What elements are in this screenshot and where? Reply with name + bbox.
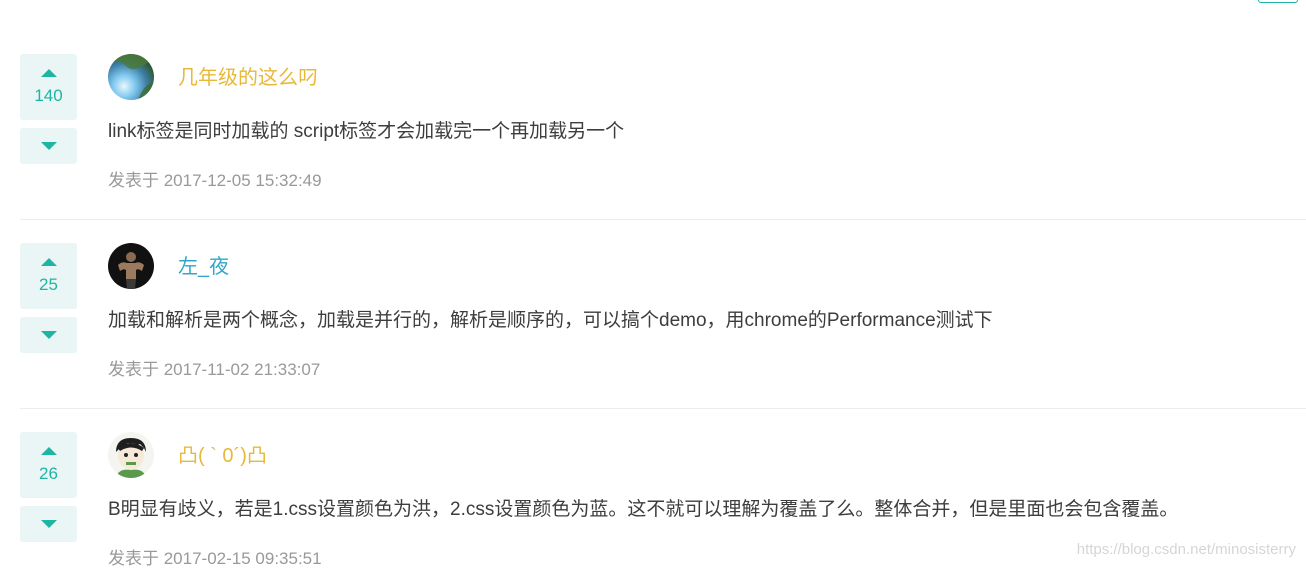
downvote-button[interactable] [20,506,77,542]
vote-widget: 140 [20,54,77,164]
comment-text: link标签是同时加载的 script标签才会加载完一个再加载另一个 [108,121,625,142]
comment-timestamp: 发表于 2017-11-02 21:33:07 [108,360,321,379]
comment-timestamp: 发表于 2017-12-05 15:32:49 [108,171,322,190]
muscle-figure-avatar-icon [108,243,154,289]
landscape-avatar-icon [108,54,154,100]
vote-count: 26 [39,464,58,483]
upvote-button[interactable]: 26 [20,432,77,498]
username-link[interactable]: 几年级的这么叼 [178,66,318,90]
arrow-down-icon [40,142,57,150]
vote-count: 140 [34,86,63,105]
comment-text: B明显有歧义，若是1.css设置颜色为洪，2.css设置颜色为蓝。这不就可以理解… [108,499,1179,520]
arrow-down-icon [40,331,57,339]
arrow-up-icon [40,258,57,266]
username-link[interactable]: 凸( ` 0´)凸 [178,444,267,468]
username-link[interactable]: 左_夜 [178,255,229,279]
top-tab-edge [1258,0,1298,3]
comment-item: 140 几年级的这么叼 link标签是同时加载的 script标签才会加载完一个… [0,30,1306,219]
comment-text: 加载和解析是两个概念，加载是并行的，解析是顺序的，可以搞个demo，用chrom… [108,310,993,331]
avatar[interactable] [108,243,154,289]
vote-widget: 25 [20,243,77,353]
arrow-down-icon [40,520,57,528]
comment-timestamp: 发表于 2017-02-15 09:35:51 [108,549,322,568]
avatar[interactable] [108,54,154,100]
arrow-up-icon [40,447,57,455]
watermark-text: https://blog.csdn.net/minosisterry [1076,541,1296,558]
downvote-button[interactable] [20,128,77,164]
cartoon-boy-avatar-icon [108,432,154,478]
comment-item: 25 左_夜 加载和解析是两个概念，加载是并行的，解析是顺序的，可以搞个demo… [0,219,1306,408]
downvote-button[interactable] [20,317,77,353]
avatar[interactable] [108,432,154,478]
upvote-button[interactable]: 25 [20,243,77,309]
comment-list: 140 几年级的这么叼 link标签是同时加载的 script标签才会加载完一个… [0,0,1306,569]
upvote-button[interactable]: 140 [20,54,77,120]
vote-widget: 26 [20,432,77,542]
arrow-up-icon [40,69,57,77]
vote-count: 25 [39,275,58,294]
